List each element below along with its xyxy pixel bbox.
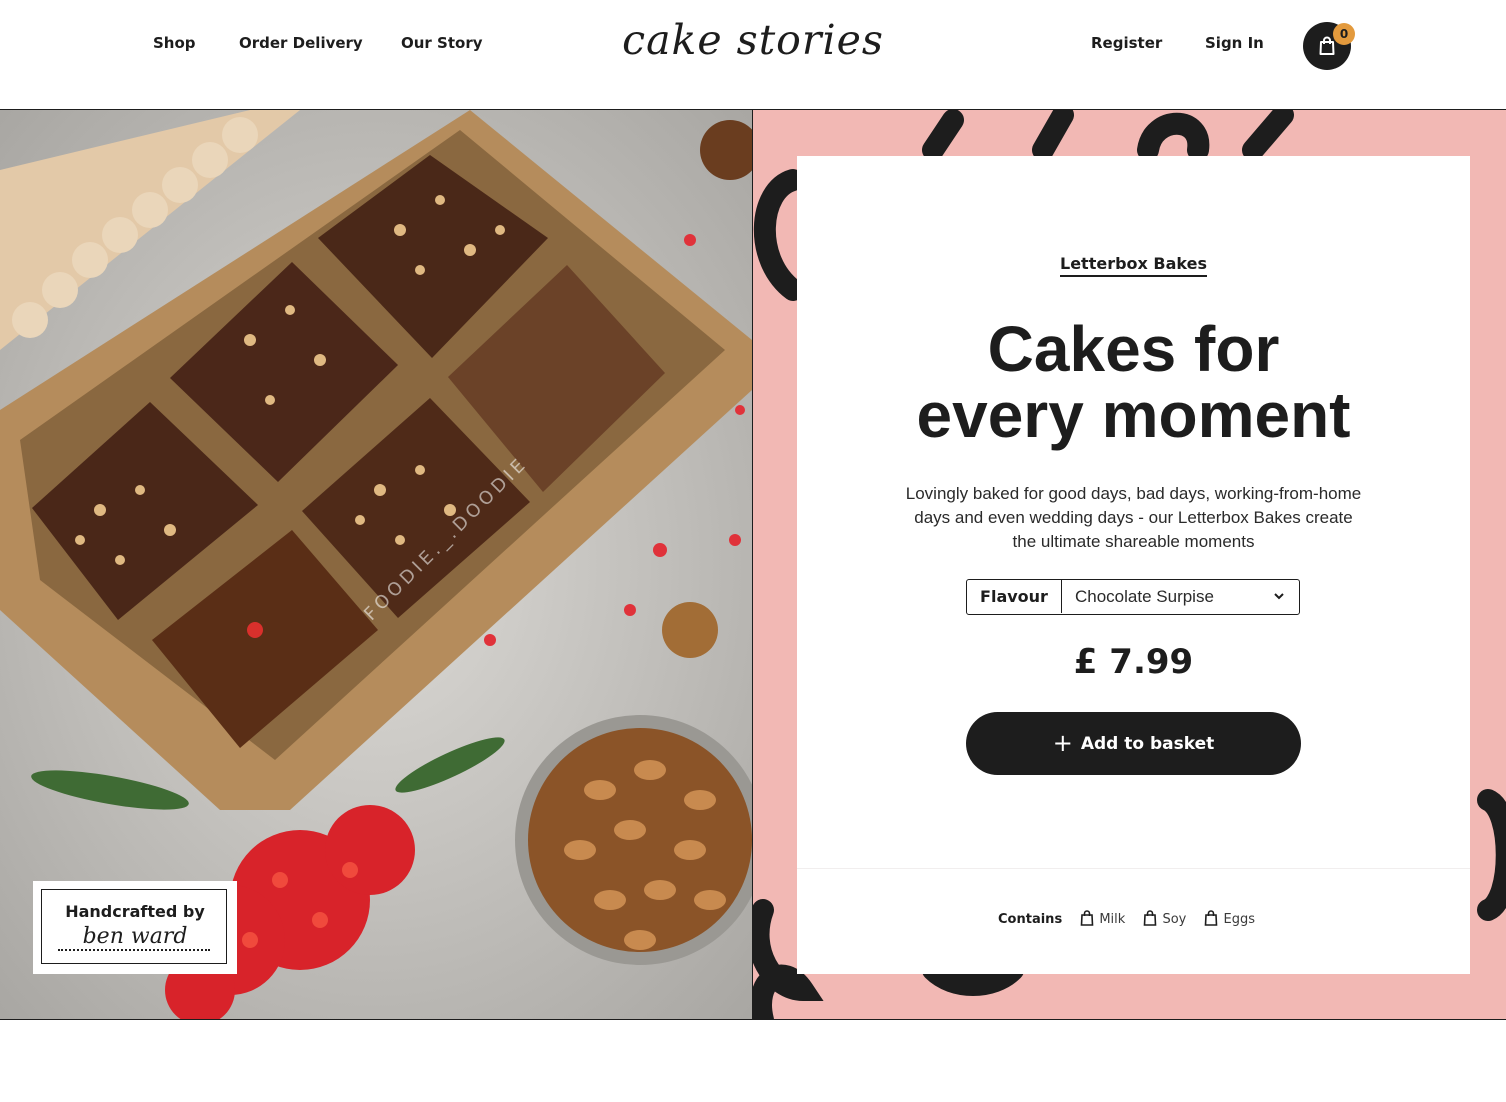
product-photo: FOODIE._.DOODIE Handcrafted by ben ward xyxy=(0,110,753,1019)
product-panel: Letterbox Bakes Cakes for every moment L… xyxy=(753,110,1506,1019)
product-category: Letterbox Bakes xyxy=(797,254,1470,277)
badge-dotted-line xyxy=(58,949,210,951)
badge-title: Handcrafted by xyxy=(65,902,205,921)
add-to-basket-button[interactable]: + Add to basket xyxy=(966,712,1301,775)
plus-icon: + xyxy=(1052,729,1073,757)
allergen-milk-label: Milk xyxy=(1099,912,1126,927)
product-description: Lovingly baked for good days, bad days, … xyxy=(905,484,1362,551)
site-logo[interactable]: cake stories xyxy=(613,10,893,70)
nav-order-delivery-link[interactable]: Order Delivery xyxy=(239,34,363,52)
bag-icon xyxy=(1080,910,1094,926)
flavour-selector: Flavour Chocolate Surpise xyxy=(966,579,1300,615)
product-title: Cakes for every moment xyxy=(797,316,1470,448)
badge-frame: Handcrafted by ben ward xyxy=(41,889,227,964)
handcrafted-badge: Handcrafted by ben ward xyxy=(33,881,237,974)
flavour-label: Flavour xyxy=(967,580,1062,613)
allergen-eggs-label: Eggs xyxy=(1223,912,1255,927)
product-title-line-1: Cakes for xyxy=(987,313,1280,385)
contains-label: Contains xyxy=(998,912,1063,927)
basket-count-badge: 0 xyxy=(1333,23,1355,45)
badge-signature: ben ward xyxy=(82,924,188,949)
allergen-eggs: Eggs xyxy=(1204,910,1255,927)
bag-icon xyxy=(1144,910,1157,926)
nav-register-link[interactable]: Register xyxy=(1091,34,1162,52)
chevron-down-icon xyxy=(1274,593,1284,600)
nav-our-story-link[interactable]: Our Story xyxy=(401,34,483,52)
hero-section: FOODIE._.DOODIE Handcrafted by ben ward xyxy=(0,109,1506,1020)
allergen-info: Contains Milk Soy Eggs xyxy=(797,910,1470,927)
flavour-dropdown[interactable]: Chocolate Surpise xyxy=(1063,580,1299,613)
allergen-milk: Milk xyxy=(1080,910,1125,927)
site-header: Shop Order Delivery Our Story cake stori… xyxy=(0,0,1506,109)
add-to-basket-label: Add to basket xyxy=(1080,734,1215,754)
product-category-link[interactable]: Letterbox Bakes xyxy=(1060,254,1207,277)
nav-shop-link[interactable]: Shop xyxy=(153,34,196,52)
nav-sign-in-link[interactable]: Sign In xyxy=(1205,34,1264,52)
product-price: £ 7.99 xyxy=(1073,642,1194,682)
product-card: Letterbox Bakes Cakes for every moment L… xyxy=(797,156,1470,974)
product-title-line-2: every moment xyxy=(916,379,1351,451)
allergen-soy: Soy xyxy=(1143,910,1186,927)
allergen-soy-label: Soy xyxy=(1162,912,1187,927)
flavour-selected-value: Chocolate Surpise xyxy=(1075,587,1214,606)
bag-icon xyxy=(1205,910,1218,926)
